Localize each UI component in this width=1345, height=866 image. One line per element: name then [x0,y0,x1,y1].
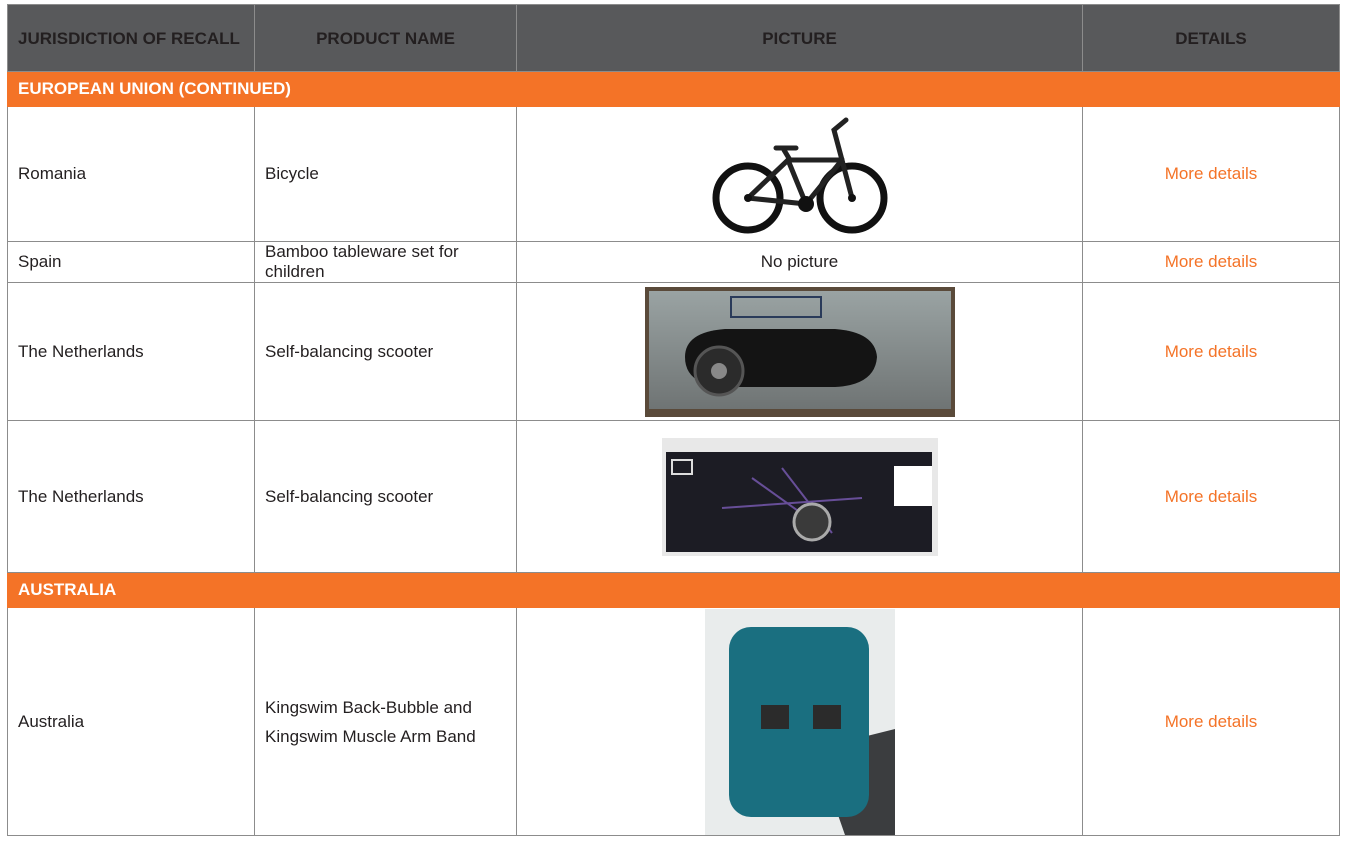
details-cell: More details [1082,282,1340,421]
table-header-row: JURISDICTION OF RECALL PRODUCT NAME PICT… [7,4,1340,72]
more-details-link[interactable]: More details [1165,252,1258,271]
section-title: AUSTRALIA [7,572,1340,608]
picture-cell [516,420,1083,573]
header-details: DETAILS [1082,4,1340,72]
header-picture: PICTURE [516,4,1083,72]
jurisdiction-cell: The Netherlands [7,420,255,573]
product-cell: Self-balancing scooter [254,420,517,573]
section-row: EUROPEAN UNION (CONTINUED) [7,71,1340,107]
table-row: Romania Bicycle More details [7,106,1340,242]
recalls-table: JURISDICTION OF RECALL PRODUCT NAME PICT… [7,4,1340,836]
jurisdiction-cell: Spain [7,241,255,283]
picture-cell [516,106,1083,242]
more-details-link[interactable]: More details [1165,712,1258,731]
swim-float-image [704,608,895,835]
details-cell: More details [1082,607,1340,836]
table-row: Australia Kingswim Back-Bubble and Kings… [7,607,1340,836]
bicycle-image [712,117,887,234]
details-cell: More details [1082,241,1340,283]
jurisdiction-cell: Romania [7,106,255,242]
picture-cell: No picture [516,241,1083,283]
picture-cell [516,282,1083,421]
details-cell: More details [1082,420,1340,573]
more-details-link[interactable]: More details [1165,164,1258,183]
product-cell: Self-balancing scooter [254,282,517,421]
jurisdiction-cell: Australia [7,607,255,836]
hoverboard-box-image [644,286,955,417]
details-cell: More details [1082,106,1340,242]
table-row: Spain Bamboo tableware set for children … [7,241,1340,283]
header-product-name: PRODUCT NAME [254,4,517,72]
section-title: EUROPEAN UNION (CONTINUED) [7,71,1340,107]
more-details-link[interactable]: More details [1165,342,1258,361]
jurisdiction-cell: The Netherlands [7,282,255,421]
section-row: AUSTRALIA [7,572,1340,608]
table-row: The Netherlands Self-balancing scooter M… [7,420,1340,573]
product-cell: Bamboo tableware set for children [254,241,517,283]
table-row: The Netherlands Self-balancing scooter M… [7,282,1340,421]
product-cell: Bicycle [254,106,517,242]
more-details-link[interactable]: More details [1165,487,1258,506]
hoverboard-box-image [661,437,938,556]
header-jurisdiction: JURISDICTION OF RECALL [7,4,255,72]
picture-cell [516,607,1083,836]
product-cell: Kingswim Back-Bubble and Kingswim Muscle… [254,607,517,836]
